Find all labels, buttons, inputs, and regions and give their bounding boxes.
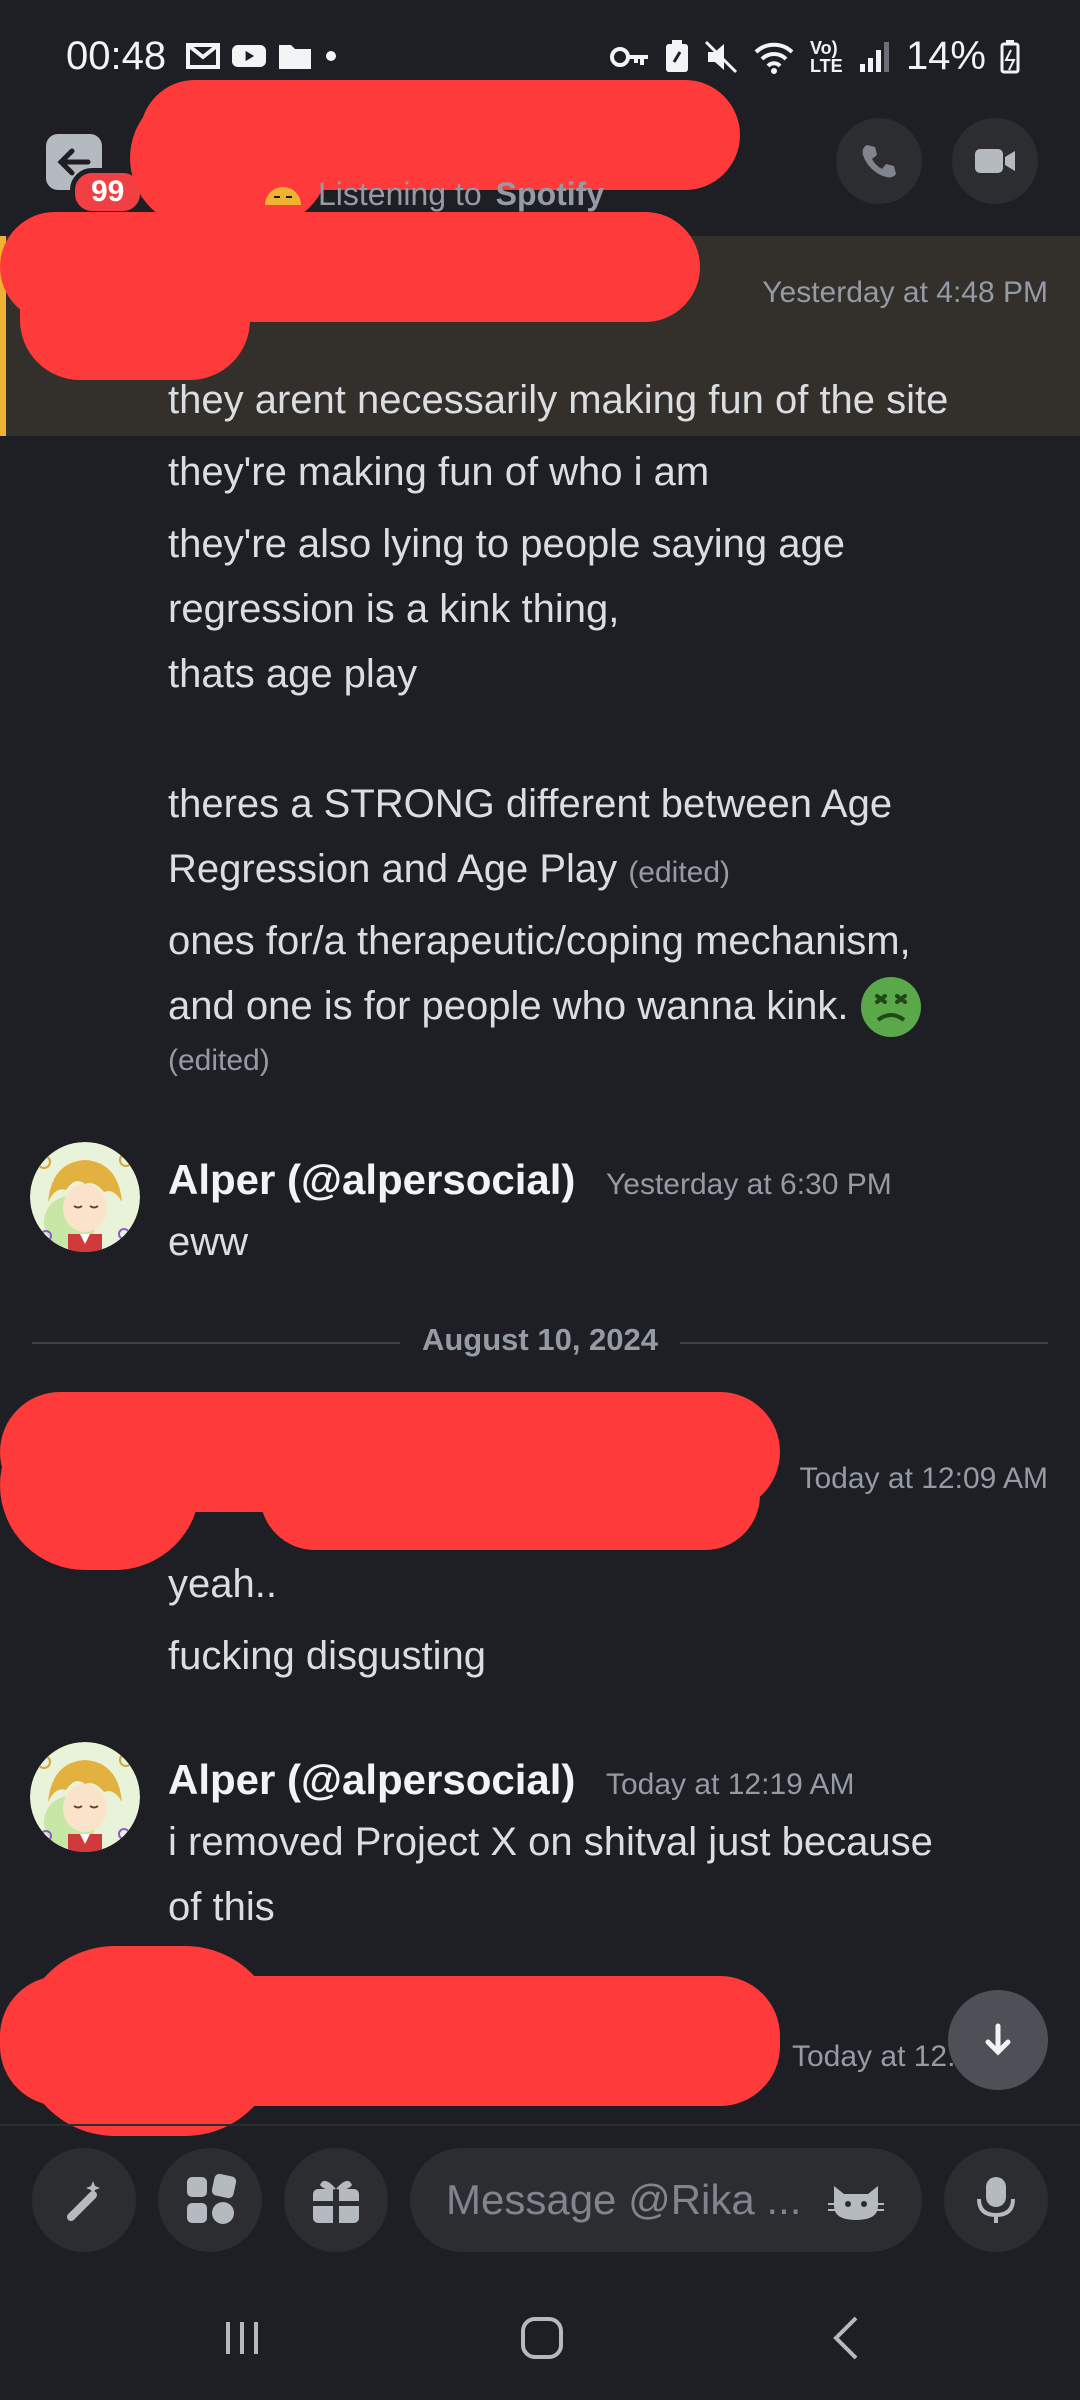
mute-icon: [704, 40, 737, 73]
date-divider: August 10, 2024: [421, 1322, 659, 1357]
recent-apps-button[interactable]: [182, 2298, 302, 2378]
message-text: regression is a kink thing,: [168, 587, 620, 631]
edited-label: (edited): [628, 856, 731, 889]
voice-message-button[interactable]: [944, 2148, 1048, 2252]
message-text-part: and one is for people who wanna kink.: [168, 984, 849, 1028]
redacted-author-3c: [260, 1440, 760, 1550]
battery-saver-icon: [665, 39, 688, 72]
battery-icon: [1000, 39, 1020, 73]
phone-icon: [862, 145, 896, 178]
home-icon: [521, 2317, 563, 2359]
edited-label: (edited): [168, 1044, 270, 1077]
message-text-part: Regression and Age Play: [168, 847, 618, 891]
youtube-icon: [232, 44, 266, 68]
composer-divider: [0, 2124, 1080, 2126]
message-text: and one is for people who wanna kink.: [168, 974, 922, 1039]
avatar[interactable]: [30, 1742, 140, 1852]
key-icon: [609, 46, 648, 67]
message-timestamp: Yesterday at 6:30 PM: [606, 1168, 892, 1201]
activity-prefix: Listening to: [318, 176, 482, 212]
mail-icon: [186, 43, 220, 69]
message-text: they're making fun of who i am: [168, 450, 710, 494]
status-right: Vo) LTE 14%: [609, 34, 1020, 79]
home-button[interactable]: [482, 2298, 602, 2378]
mic-icon: [977, 2177, 1015, 2223]
dot-icon: [326, 51, 336, 61]
message-input-container[interactable]: [410, 2148, 922, 2252]
folder-icon: [279, 45, 311, 69]
message-timestamp: Today at 12:19 AM: [606, 1768, 855, 1801]
signal-icon: [859, 41, 889, 72]
message-text: fucking disgusting: [168, 1634, 486, 1678]
wifi-icon: [754, 42, 794, 74]
emoji-cat-icon[interactable]: [826, 2178, 886, 2222]
activity-status: Listening to Spotify: [262, 176, 604, 213]
recents-icon: [226, 2322, 258, 2354]
network-label: Vo) LTE: [809, 37, 843, 76]
message-text: i removed Project X on shitval just beca…: [168, 1820, 933, 1864]
tools-button[interactable]: [32, 2148, 136, 2252]
avatar-image: [30, 1142, 140, 1252]
redacted-author-3b: [0, 1400, 200, 1570]
message-text: Regression and Age Play (edited): [168, 837, 730, 905]
message-text: of this: [168, 1885, 275, 1929]
gift-button[interactable]: [284, 2148, 388, 2252]
battery-percent: 14%: [905, 34, 986, 78]
message-input[interactable]: [446, 2176, 806, 2224]
message-timestamp: Today at 12:: [792, 2040, 956, 2073]
redacted-author-5b: [20, 1946, 280, 2136]
call-button[interactable]: [836, 118, 922, 204]
message-text: they're also lying to people saying age: [168, 522, 845, 566]
message-text: eww: [168, 1220, 249, 1264]
apps-icon: [187, 2173, 237, 2224]
arrow-down-icon: [985, 2023, 1011, 2056]
message-author[interactable]: Alper (@alpersocial): [168, 1756, 575, 1804]
message-timestamp: Today at 12:09 AM: [799, 1462, 1049, 1495]
message-text: theres a STRONG different between Age: [168, 782, 893, 826]
chevron-left-icon: [833, 2316, 858, 2360]
avatar[interactable]: [30, 1142, 140, 1252]
status-left-icons: [186, 40, 338, 72]
apps-button[interactable]: [158, 2148, 262, 2252]
message-author[interactable]: Alper (@alpersocial): [168, 1156, 575, 1204]
video-call-button[interactable]: [952, 118, 1038, 204]
sparkle-wand-icon: [67, 2181, 100, 2221]
back-nav-button[interactable]: [786, 2298, 906, 2378]
jump-to-bottom-button[interactable]: [948, 1990, 1048, 2090]
status-time: 00:48: [66, 34, 167, 78]
message-text: yeah..: [168, 1562, 277, 1606]
activity-app: Spotify: [495, 176, 605, 212]
message-text: ones for/a therapeutic/coping mechanism,: [168, 919, 911, 963]
message-timestamp: Yesterday at 4:48 PM: [762, 276, 1048, 309]
redacted-author-1b: [20, 240, 250, 380]
nauseated-emoji-icon: [861, 976, 922, 1037]
avatar-image: [30, 1742, 140, 1852]
sleep-icon: [265, 186, 301, 205]
gift-icon: [313, 2180, 359, 2223]
message-text: they arent necessarily making fun of the…: [168, 378, 949, 422]
message-text: thats age play: [168, 652, 418, 696]
video-icon: [975, 149, 1015, 173]
